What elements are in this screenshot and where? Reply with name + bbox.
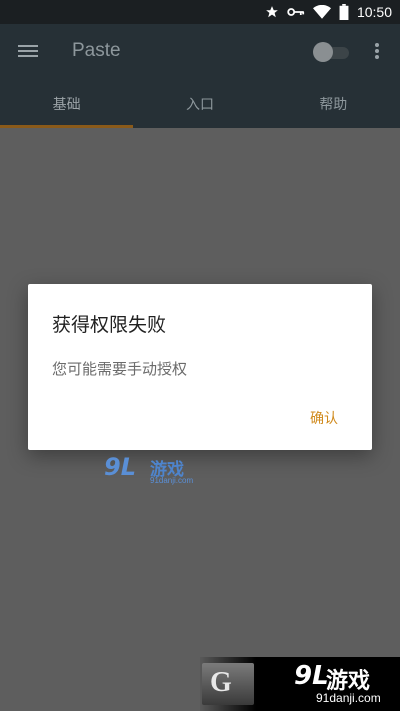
- watermark-bottom-url: 91danji.com: [316, 691, 381, 705]
- tab-help[interactable]: 帮助: [267, 80, 400, 128]
- watermark-bottom: G 9L 游戏 91danji.com: [200, 657, 400, 711]
- watermark-center: 9L 游戏 91danji.com: [104, 453, 200, 489]
- watermark-badge-letter: G: [210, 667, 232, 698]
- app-title: Paste: [72, 40, 121, 61]
- permission-dialog: 获得权限失败 您可能需要手动授权 确认: [28, 284, 372, 450]
- watermark-url: 91danji.com: [150, 476, 194, 485]
- dialog-message: 您可能需要手动授权: [52, 360, 188, 378]
- toggle-thumb: [313, 42, 333, 62]
- hamburger-menu-icon[interactable]: [18, 42, 38, 62]
- service-toggle[interactable]: [313, 41, 349, 63]
- status-icons: 10:50: [265, 0, 392, 24]
- confirm-button[interactable]: 确认: [310, 408, 338, 428]
- tab-basic[interactable]: 基础: [0, 80, 133, 128]
- key-icon: [287, 8, 305, 16]
- star-icon: [266, 6, 278, 18]
- wifi-icon: [312, 5, 331, 19]
- watermark-logo: 9L: [104, 453, 136, 481]
- status-bar: 10:50: [0, 0, 400, 24]
- battery-icon: [339, 4, 349, 20]
- dialog-title: 获得权限失败: [52, 314, 167, 336]
- watermark-bottom-logo: 9L: [294, 661, 329, 691]
- status-time: 10:50: [356, 4, 392, 20]
- app-bar: Paste: [0, 24, 400, 80]
- tab-bar: 基础 入口 帮助: [0, 80, 400, 128]
- watermark-badge: G: [202, 663, 254, 705]
- overflow-menu-icon[interactable]: [374, 43, 380, 63]
- tab-entry[interactable]: 入口: [133, 80, 266, 128]
